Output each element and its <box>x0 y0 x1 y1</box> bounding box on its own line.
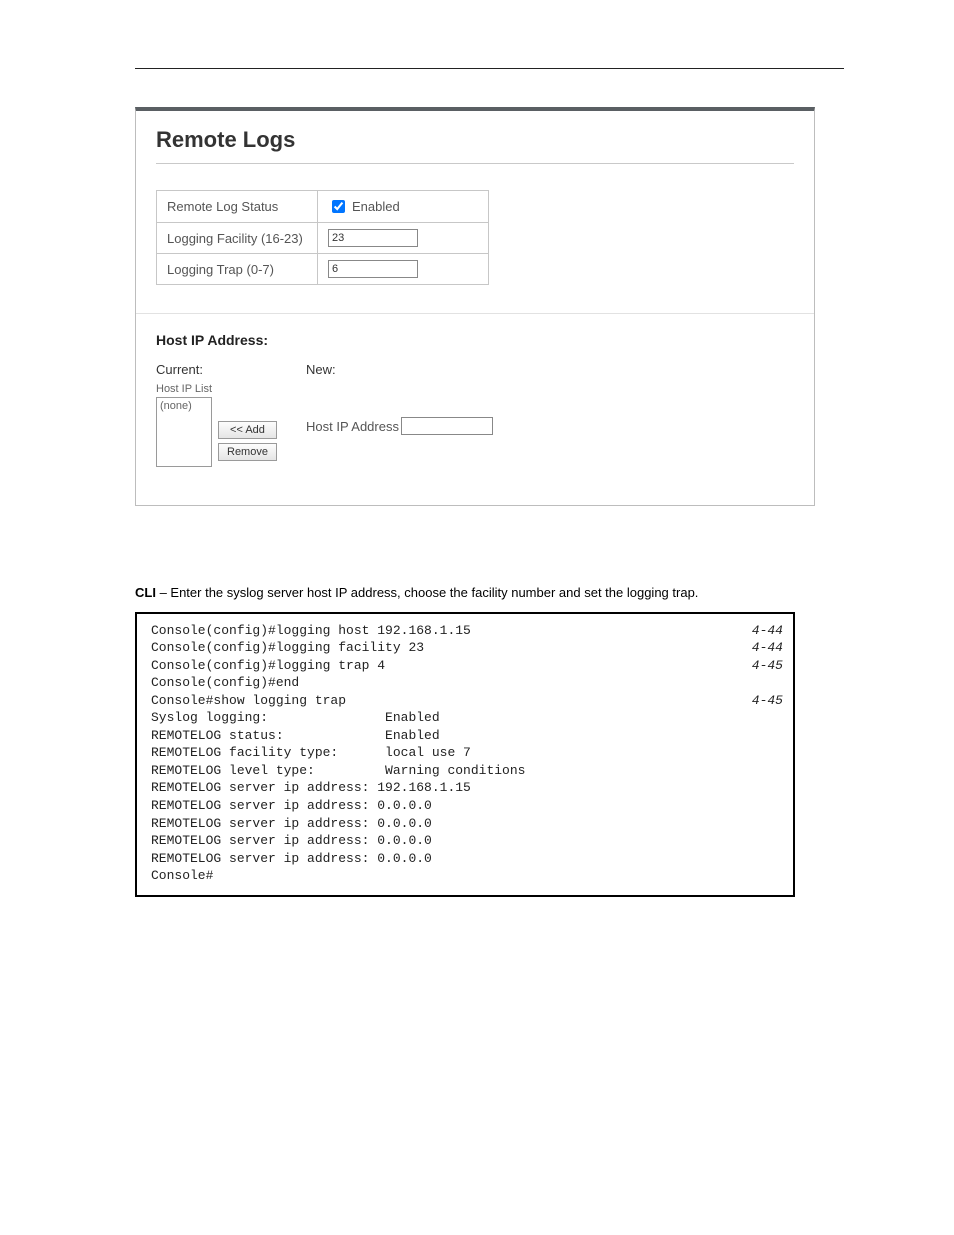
new-host-label: Host IP Address <box>306 419 399 434</box>
host-ip-listbox[interactable]: (none) <box>156 397 212 467</box>
trap-input[interactable] <box>328 260 418 278</box>
cli-line: REMOTELOG server ip address: 0.0.0.0 <box>151 850 783 868</box>
cli-line: Console(config)#logging trap 44-45 <box>151 657 783 675</box>
cli-line: REMOTELOG server ip address: 192.168.1.1… <box>151 779 783 797</box>
cli-line: Console(config)#logging facility 234-44 <box>151 639 783 657</box>
status-enabled-label: Enabled <box>352 199 400 214</box>
page-rule <box>135 68 844 69</box>
add-button[interactable]: << Add <box>218 421 277 439</box>
facility-input[interactable] <box>328 229 418 247</box>
host-list-label: Host IP List <box>156 383 296 395</box>
cli-line: REMOTELOG server ip address: 0.0.0.0 <box>151 797 783 815</box>
cli-line: Console# <box>151 867 783 885</box>
row-status-label: Remote Log Status <box>157 191 318 223</box>
cli-line: REMOTELOG facility type: local use 7 <box>151 744 783 762</box>
new-heading: New: <box>306 362 493 377</box>
config-table: Remote Log Status Enabled Logging Facili… <box>156 190 489 285</box>
status-enabled-checkbox[interactable] <box>332 200 345 213</box>
host-section-label: Host IP Address: <box>156 332 794 348</box>
cli-line: Syslog logging: Enabled <box>151 709 783 727</box>
cli-desc-text: – Enter the syslog server host IP addres… <box>156 585 698 600</box>
cli-line: Console(config)#logging host 192.168.1.1… <box>151 622 783 640</box>
cli-line: Console(config)#end <box>151 674 783 692</box>
new-column: New: Host IP Address <box>296 362 493 435</box>
cli-line: REMOTELOG server ip address: 0.0.0.0 <box>151 815 783 833</box>
status-enabled-wrap[interactable]: Enabled <box>328 197 400 216</box>
current-heading: Current: <box>156 362 296 377</box>
remove-button[interactable]: Remove <box>218 443 277 461</box>
cli-line: REMOTELOG server ip address: 0.0.0.0 <box>151 832 783 850</box>
cli-output: Console(config)#logging host 192.168.1.1… <box>135 612 795 897</box>
cli-line: REMOTELOG status: Enabled <box>151 727 783 745</box>
new-host-input[interactable] <box>401 417 493 435</box>
cli-prefix: CLI <box>135 585 156 600</box>
cli-line: Console#show logging trap4-45 <box>151 692 783 710</box>
cli-line: REMOTELOG level type: Warning conditions <box>151 762 783 780</box>
cli-section-desc: CLI – Enter the syslog server host IP ad… <box>135 584 844 602</box>
row-trap-label: Logging Trap (0-7) <box>157 254 318 285</box>
row-facility-label: Logging Facility (16-23) <box>157 223 318 254</box>
remote-logs-panel: Remote Logs Remote Log Status Enabled Lo… <box>135 107 815 506</box>
panel-mid-rule <box>136 313 814 314</box>
panel-title: Remote Logs <box>156 127 794 153</box>
current-column: Current: Host IP List (none) << Add Remo… <box>156 362 296 467</box>
panel-title-underline <box>156 163 794 164</box>
